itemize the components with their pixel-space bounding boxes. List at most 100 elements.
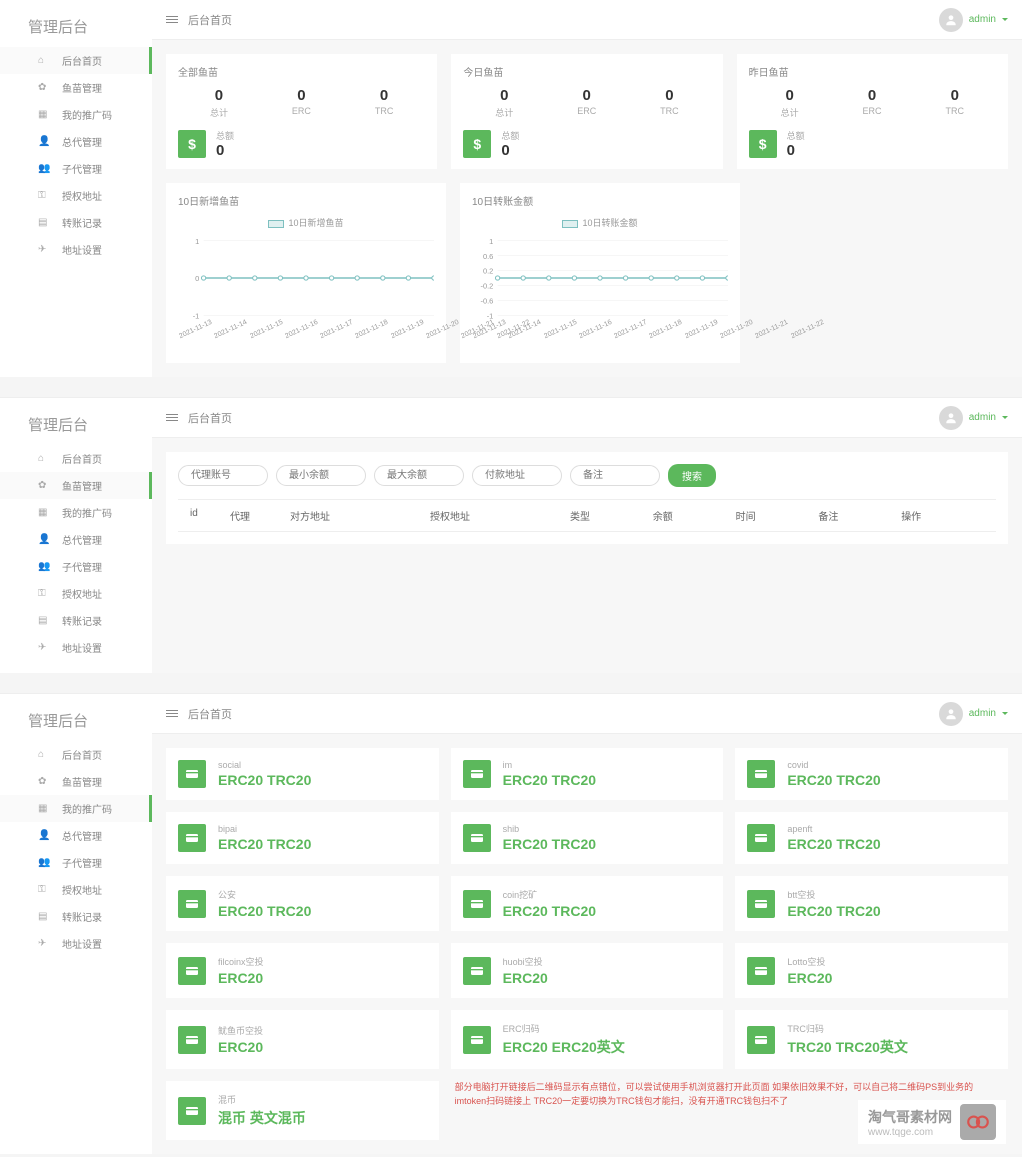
user-menu[interactable]: admin — [939, 406, 1008, 430]
promo-card[interactable]: bipai ERC20 TRC20 — [166, 812, 439, 864]
promo-card[interactable]: TRC归码 TRC20 TRC20英文 — [735, 1010, 1008, 1069]
table-header-cell: id — [190, 508, 230, 523]
sidebar-item-sub[interactable]: 👥子代管理 — [0, 155, 152, 182]
stat-value: 0 — [945, 87, 964, 104]
key-icon: ⚿ — [38, 190, 52, 201]
sidebar-item-transfer[interactable]: ▤转账记录 — [0, 903, 152, 930]
chart-xlabels: 2021-11-132021-11-142021-11-152021-11-16… — [178, 326, 434, 333]
search-input[interactable] — [570, 465, 660, 486]
promo-card[interactable]: filcoinx空投 ERC20 — [166, 943, 439, 998]
stat-value: 0 — [660, 87, 679, 104]
card-icon — [747, 1026, 775, 1054]
promo-card[interactable]: apenft ERC20 TRC20 — [735, 812, 1008, 864]
stat-total-value: 0 — [787, 142, 805, 159]
sidebar-item-promo[interactable]: ▦我的推广码 — [0, 101, 152, 128]
code-icon: ▦ — [38, 109, 52, 120]
search-input[interactable] — [374, 465, 464, 486]
username: admin — [969, 708, 996, 719]
code-icon: ▦ — [38, 507, 52, 518]
sidebar-item-auth[interactable]: ⚿授权地址 — [0, 580, 152, 607]
user-menu[interactable]: admin — [939, 8, 1008, 32]
caret-down-icon — [1002, 416, 1008, 419]
search-input[interactable] — [472, 465, 562, 486]
gear-icon: ✈ — [38, 938, 52, 949]
sidebar-item-promo[interactable]: ▦我的推广码 — [0, 795, 152, 822]
svg-text:-1: -1 — [487, 312, 494, 321]
sidebar-item-home[interactable]: ⌂后台首页 — [0, 445, 152, 472]
promo-card[interactable]: 公安 ERC20 TRC20 — [166, 876, 439, 931]
svg-text:0.6: 0.6 — [483, 252, 493, 261]
sidebar-item-transfer[interactable]: ▤转账记录 — [0, 209, 152, 236]
sidebar-item-sub[interactable]: 👥子代管理 — [0, 553, 152, 580]
avatar — [939, 702, 963, 726]
chart-legend: 10日转账金额 — [472, 216, 728, 229]
search-input[interactable] — [178, 465, 268, 486]
sidebar-item-fish[interactable]: ✿鱼苗管理 — [0, 768, 152, 795]
sidebar-item-address[interactable]: ✈地址设置 — [0, 236, 152, 263]
watermark: 淘气哥素材网 www.tqge.com — [858, 1100, 1006, 1144]
user-icon: 👤 — [38, 534, 52, 545]
sidebar-item-sub[interactable]: 👥子代管理 — [0, 849, 152, 876]
card-icon — [463, 957, 491, 985]
svg-text:0.2: 0.2 — [483, 267, 493, 276]
sidebar-item-address[interactable]: ✈地址设置 — [0, 634, 152, 661]
card-icon — [178, 957, 206, 985]
promo-card[interactable]: 混币 混币 英文混币 — [166, 1081, 439, 1140]
promo-name: shib — [503, 824, 596, 834]
card-icon — [463, 824, 491, 852]
page-title: 后台首页 — [188, 12, 232, 28]
promo-code: ERC20 TRC20 — [503, 903, 596, 919]
promo-card[interactable]: huobi空投 ERC20 — [451, 943, 724, 998]
promo-card[interactable]: Lotto空投 ERC20 — [735, 943, 1008, 998]
sidebar-item-fish[interactable]: ✿鱼苗管理 — [0, 74, 152, 101]
sidebar-item-promo[interactable]: ▦我的推广码 — [0, 499, 152, 526]
table-header-cell: 操作 — [901, 508, 984, 523]
table-header-cell: 时间 — [736, 508, 819, 523]
sidebar-item-master[interactable]: 👤总代管理 — [0, 822, 152, 849]
sidebar-item-fish[interactable]: ✿鱼苗管理 — [0, 472, 152, 499]
card-icon — [747, 760, 775, 788]
search-input[interactable] — [276, 465, 366, 486]
username: admin — [969, 14, 996, 25]
stat-card: 今日鱼苗 0总计0ERC0TRC $ 总额 0 — [451, 54, 722, 169]
promo-card[interactable]: social ERC20 TRC20 — [166, 748, 439, 800]
fish-icon: ✿ — [38, 82, 52, 93]
promo-code: ERC20 — [218, 970, 264, 986]
sidebar-item-master[interactable]: 👤总代管理 — [0, 128, 152, 155]
promo-name: TRC归码 — [787, 1022, 908, 1035]
promo-code: ERC20 TRC20 — [218, 836, 311, 852]
search-button[interactable]: 搜索 — [668, 464, 716, 487]
sidebar-item-address[interactable]: ✈地址设置 — [0, 930, 152, 957]
promo-card[interactable]: im ERC20 TRC20 — [451, 748, 724, 800]
stat-label: ERC — [863, 106, 882, 116]
username: admin — [969, 412, 996, 423]
promo-card[interactable]: btt空投 ERC20 TRC20 — [735, 876, 1008, 931]
sidebar-item-auth[interactable]: ⚿授权地址 — [0, 876, 152, 903]
sidebar-item-master[interactable]: 👤总代管理 — [0, 526, 152, 553]
card-icon — [178, 824, 206, 852]
promo-card[interactable]: 鱿鱼币空投 ERC20 — [166, 1010, 439, 1069]
watermark-text: 淘气哥素材网 — [868, 1109, 952, 1125]
promo-card[interactable]: shib ERC20 TRC20 — [451, 812, 724, 864]
card-icon — [178, 1026, 206, 1054]
promo-card[interactable]: ERC归码 ERC20 ERC20英文 — [451, 1010, 724, 1069]
promo-card[interactable]: coin挖矿 ERC20 TRC20 — [451, 876, 724, 931]
user-menu[interactable]: admin — [939, 702, 1008, 726]
promo-code: ERC20 ERC20英文 — [503, 1037, 625, 1057]
promo-card[interactable]: covid ERC20 TRC20 — [735, 748, 1008, 800]
sidebar-item-auth[interactable]: ⚿授权地址 — [0, 182, 152, 209]
promo-name: apenft — [787, 824, 880, 834]
menu-toggle-icon[interactable] — [166, 710, 178, 717]
menu-toggle-icon[interactable] — [166, 16, 178, 23]
promo-name: filcoinx空投 — [218, 955, 264, 968]
table-header-cell: 授权地址 — [430, 508, 570, 523]
menu-toggle-icon[interactable] — [166, 414, 178, 421]
caret-down-icon — [1002, 18, 1008, 21]
sidebar: 管理后台 ⌂后台首页 ✿鱼苗管理 ▦我的推广码 👤总代管理 👥子代管理 ⚿授权地… — [0, 398, 152, 673]
topbar: 后台首页 admin — [152, 694, 1022, 734]
sidebar-item-home[interactable]: ⌂后台首页 — [0, 741, 152, 768]
sidebar-item-transfer[interactable]: ▤转账记录 — [0, 607, 152, 634]
sidebar-item-home[interactable]: ⌂后台首页 — [0, 47, 152, 74]
home-icon: ⌂ — [38, 749, 52, 760]
svg-text:0: 0 — [195, 274, 199, 283]
